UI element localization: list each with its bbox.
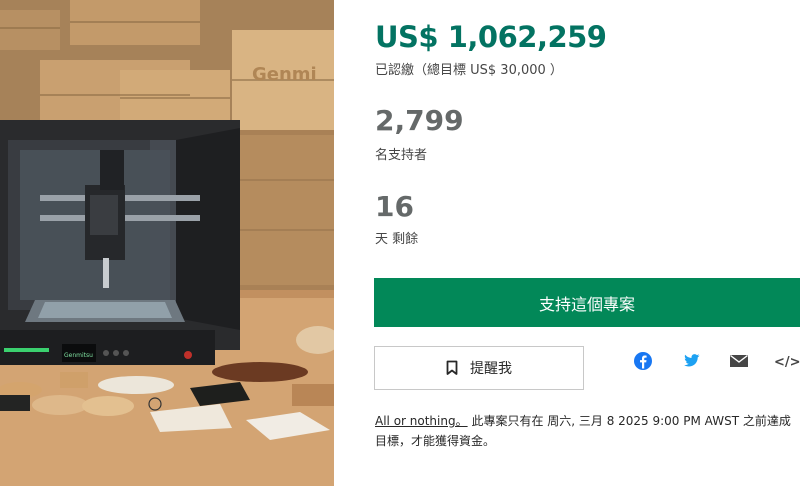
days-left-count: 16: [375, 190, 414, 223]
email-icon[interactable]: [728, 350, 750, 372]
facebook-icon[interactable]: [632, 350, 654, 372]
backers-count: 2,799: [375, 104, 464, 137]
embed-icon[interactable]: </>: [774, 350, 800, 372]
twitter-icon[interactable]: [680, 350, 702, 372]
funding-panel: US$ 1,062,259 已認繳（總目標 US$ 30,000 ） 2,799…: [334, 0, 800, 486]
all-or-nothing-link[interactable]: All or nothing。: [375, 414, 468, 428]
embed-glyph: </>: [774, 355, 800, 370]
printer-photo: Genmi Genmitsu: [0, 0, 334, 486]
project-hero-image[interactable]: Genmi Genmitsu: [0, 0, 334, 486]
remind-me-label: 提醒我: [470, 361, 512, 377]
days-left-label: 天 剩餘: [375, 232, 419, 247]
pledged-amount: US$ 1,062,259: [375, 20, 607, 54]
printer-screen-text: Genmitsu: [64, 352, 93, 359]
funding-terms: All or nothing。 此專案只有在 周六, 三月 8 2025 9:0…: [375, 411, 795, 451]
pledged-goal-note: 已認繳（總目標 US$ 30,000 ）: [375, 63, 563, 78]
bookmark-icon: [446, 360, 458, 375]
backers-label: 名支持者: [375, 148, 428, 163]
crate-brand-text: Genmi: [252, 64, 317, 85]
remind-me-button[interactable]: 提醒我: [374, 346, 584, 390]
back-this-project-button[interactable]: 支持這個專案: [374, 278, 800, 327]
